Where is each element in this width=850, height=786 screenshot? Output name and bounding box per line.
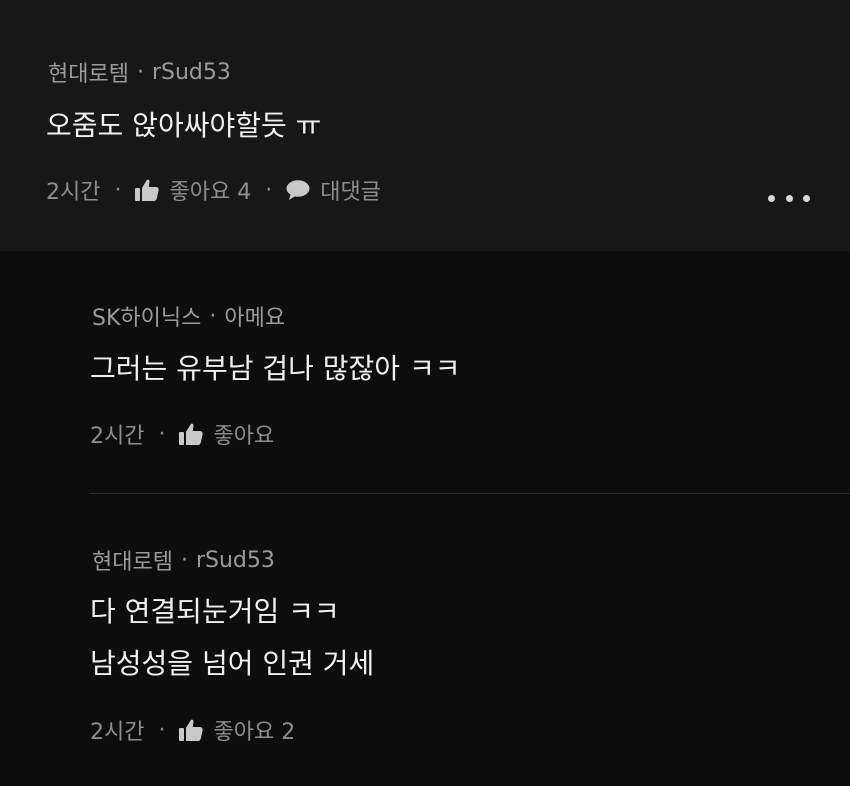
separator-dot: · — [158, 421, 166, 447]
more-horizontal-icon-dot — [768, 194, 775, 202]
author-username[interactable]: 아메요 — [224, 300, 285, 332]
reply-body: 다 연결되눈거임 ㅋㅋ 남성성을 넘어 인권 거세 — [90, 586, 374, 690]
reply-text-line: 그러는 유부남 겁나 많잖아 ㅋㅋ — [90, 352, 461, 385]
reply-button[interactable]: 대댓글 — [286, 174, 381, 206]
reply-body: 그러는 유부남 겁나 많잖아 ㅋㅋ — [90, 343, 460, 395]
separator-dot: · — [158, 717, 166, 743]
reply-time: 2시간 — [90, 424, 145, 449]
like-button[interactable]: 좋아요 4 — [135, 174, 251, 206]
thumbs-up-icon — [179, 719, 204, 741]
separator-dot: · — [265, 177, 273, 203]
like-label: 좋아요 4 — [169, 180, 252, 205]
speech-bubble-icon — [286, 180, 310, 200]
like-label: 좋아요 2 — [213, 720, 296, 745]
comment: 현대로템 · rSud53 오줌도 앉아싸야할듯 ㅠ 2시간 · 좋아요 4 · — [0, 0, 850, 251]
reply-text-line: 남성성을 넘어 인권 거세 — [90, 647, 375, 680]
author-username[interactable]: rSud53 — [196, 548, 275, 573]
author-company: SK하이닉스 — [92, 306, 202, 331]
comment-author-line: 현대로템 · rSud53 — [48, 56, 231, 88]
more-options-button[interactable] — [768, 186, 810, 210]
author-company: 현대로템 — [48, 62, 129, 87]
reply-divider — [89, 493, 850, 494]
separator-dot: · — [114, 177, 122, 203]
reply-time: 2시간 — [90, 720, 145, 745]
comment-time: 2시간 — [46, 180, 101, 205]
separator-dot: · — [180, 547, 188, 573]
reply-author-line: 현대로템 · rSud53 — [92, 544, 275, 576]
reply-text-line: 다 연결되눈거임 ㅋㅋ — [90, 595, 340, 628]
reply-actions: 2시간 · 좋아요 — [90, 418, 274, 450]
author-company: 현대로템 — [92, 550, 173, 575]
reply-label: 대댓글 — [320, 180, 381, 205]
thumbs-up-icon — [179, 423, 204, 445]
separator-dot: · — [209, 303, 217, 329]
separator-dot: · — [136, 59, 144, 85]
comment-actions: 2시간 · 좋아요 4 · 대댓글 — [46, 174, 381, 206]
author-username[interactable]: rSud53 — [152, 60, 231, 85]
like-button[interactable]: 좋아요 — [179, 418, 274, 450]
like-label: 좋아요 — [213, 424, 275, 449]
comment-thread: 현대로템 · rSud53 오줌도 앉아싸야할듯 ㅠ 2시간 · 좋아요 4 · — [0, 0, 850, 786]
reply-actions: 2시간 · 좋아요 2 — [90, 714, 295, 746]
like-button[interactable]: 좋아요 2 — [179, 714, 295, 746]
thumbs-up-icon — [135, 179, 160, 201]
comment-body: 오줌도 앉아싸야할듯 ㅠ — [46, 100, 321, 152]
comment-text-line: 오줌도 앉아싸야할듯 ㅠ — [46, 109, 322, 142]
reply-author-line: SK하이닉스 · 아메요 — [92, 300, 285, 332]
more-horizontal-icon-dot — [785, 194, 793, 202]
more-horizontal-icon-dot — [803, 194, 810, 202]
